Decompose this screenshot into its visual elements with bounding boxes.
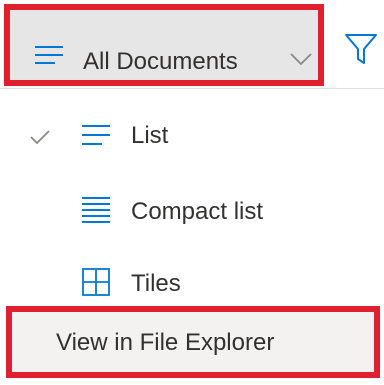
- view-switcher-screenshot: All Documents List Compact list Tiles Vi…: [0, 0, 384, 385]
- chevron-down-icon: [290, 53, 312, 66]
- checkmark-icon: [30, 130, 50, 144]
- menu-item-view-in-file-explorer-label: View in File Explorer: [56, 329, 275, 356]
- menu-item-list-label: List: [131, 122, 169, 149]
- filter-icon[interactable]: [344, 32, 378, 66]
- view-menu: List Compact list Tiles View in File Exp…: [0, 92, 384, 385]
- list-icon: [82, 125, 110, 145]
- command-bar-divider: [0, 88, 384, 89]
- menu-item-tiles-label: Tiles: [131, 270, 181, 297]
- list-view-icon: [35, 46, 63, 64]
- view-selector-button[interactable]: All Documents: [4, 4, 324, 86]
- command-bar: All Documents: [0, 0, 384, 91]
- menu-item-view-in-file-explorer[interactable]: View in File Explorer: [6, 306, 380, 378]
- menu-item-list[interactable]: List: [0, 102, 384, 162]
- compact-list-icon: [82, 197, 110, 223]
- menu-item-tiles[interactable]: Tiles: [0, 250, 384, 310]
- tiles-icon: [82, 268, 110, 296]
- view-selector-label: All Documents: [83, 48, 238, 75]
- menu-item-compact-list-label: Compact list: [131, 198, 264, 225]
- menu-item-compact-list[interactable]: Compact list: [0, 178, 384, 238]
